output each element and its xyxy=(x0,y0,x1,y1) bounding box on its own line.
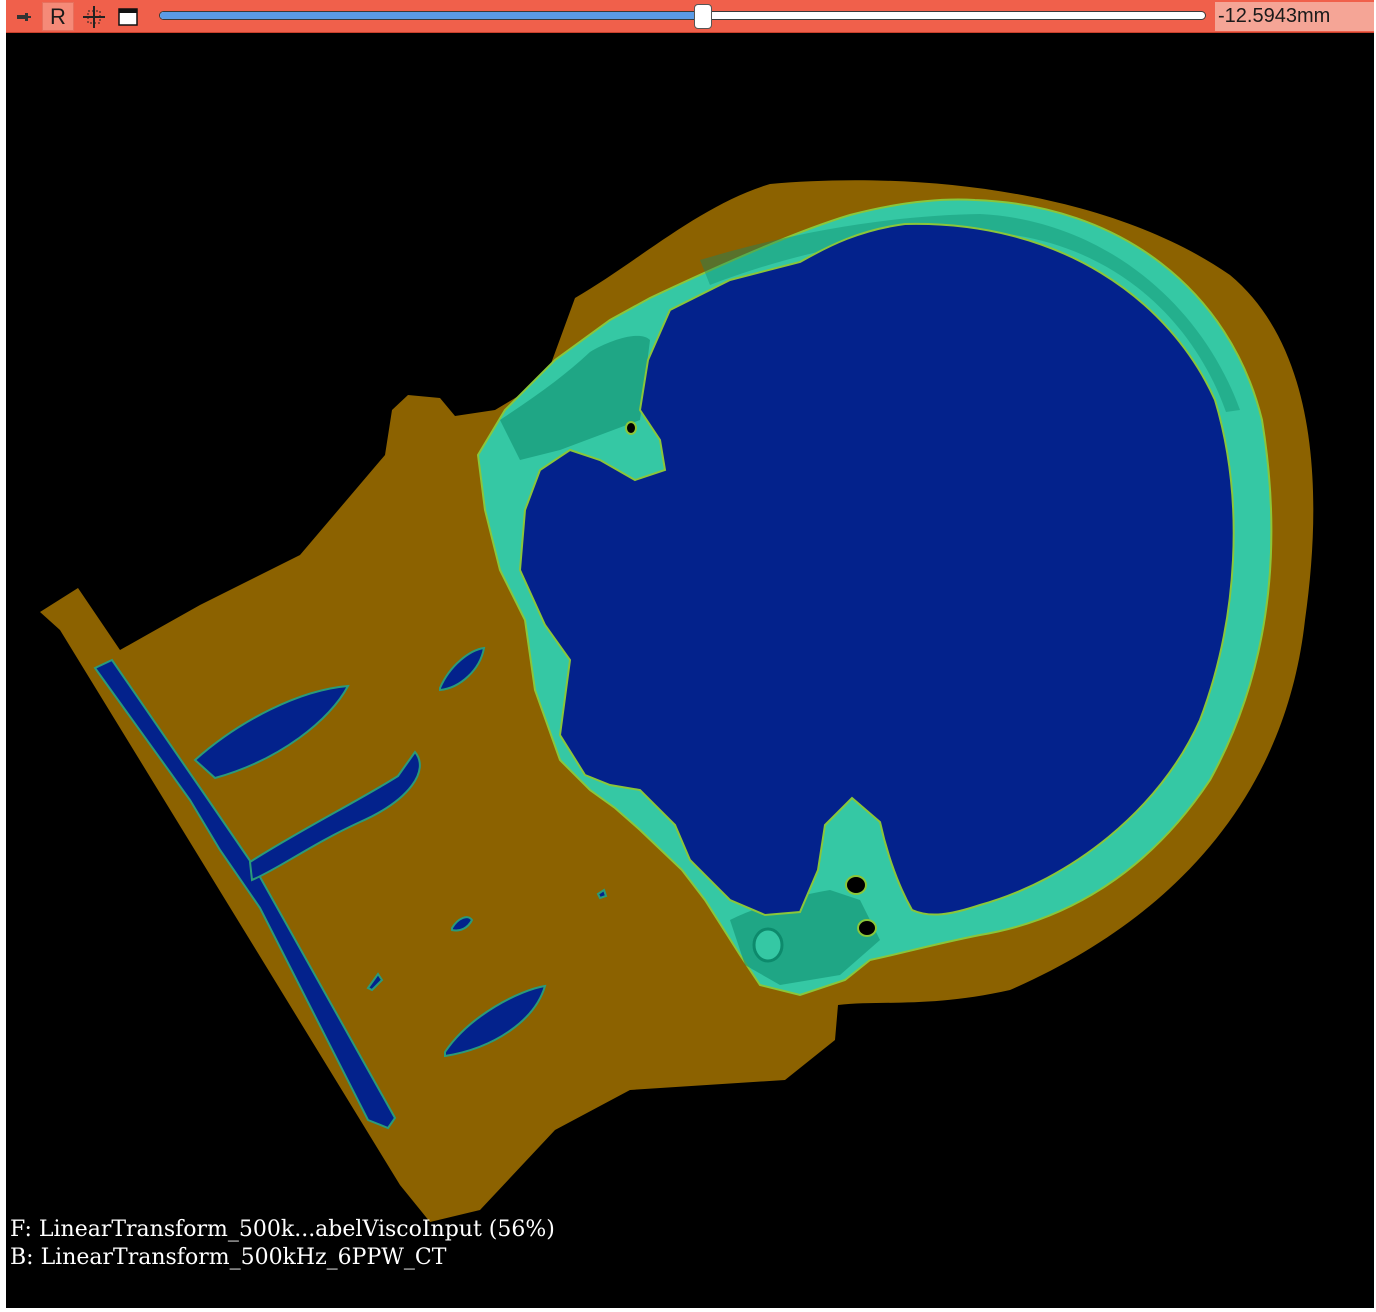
reformat-button[interactable]: R xyxy=(42,2,74,31)
layer-annotations: F: LinearTransform_500k...abelViscoInput… xyxy=(10,1216,555,1272)
view-controls-icon xyxy=(118,7,138,26)
crosshair-button[interactable] xyxy=(78,2,110,31)
slider-fill xyxy=(160,12,704,19)
foreground-layer-label: F: LinearTransform_500k...abelViscoInput… xyxy=(10,1217,555,1242)
background-layer-label: B: LinearTransform_500kHz_6PPW_CT xyxy=(10,1245,447,1270)
slice-view[interactable]: F: LinearTransform_500k...abelViscoInput… xyxy=(6,33,1374,1308)
view-controls-button[interactable] xyxy=(112,2,144,31)
slice-offset-slider[interactable] xyxy=(159,11,1206,20)
slice-toolbar: R -12.5943mm xyxy=(6,0,1374,33)
pin-icon xyxy=(17,12,31,21)
slice-offset-value[interactable]: -12.5943mm xyxy=(1215,2,1374,31)
crosshair-icon xyxy=(83,5,105,28)
segmentation-image xyxy=(40,180,1314,1223)
slider-handle[interactable] xyxy=(694,4,713,29)
pin-button[interactable] xyxy=(8,2,40,31)
